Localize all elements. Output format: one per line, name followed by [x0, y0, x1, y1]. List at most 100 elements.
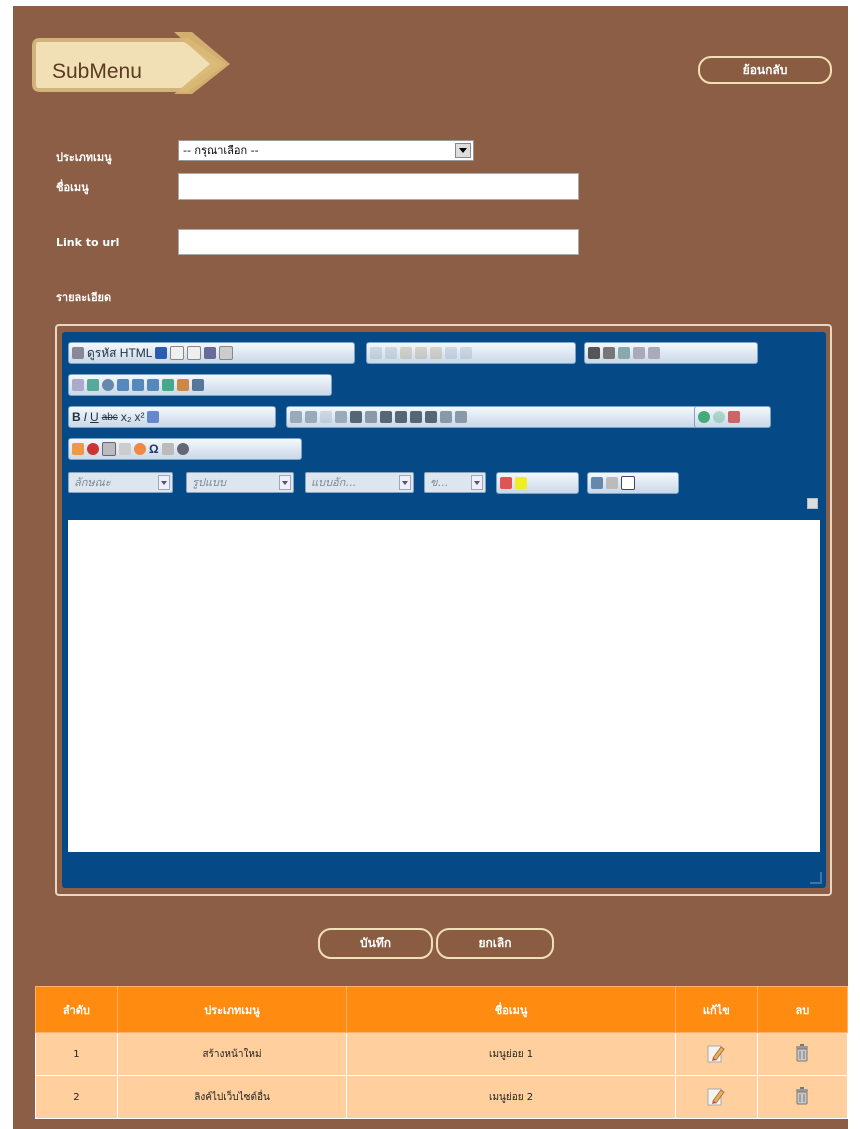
link-url-input[interactable]	[178, 229, 579, 255]
resize-handle-icon[interactable]	[810, 872, 822, 884]
table-row: 1 สร้างหน้าใหม่ เมนูย่อย 1	[35, 1032, 849, 1076]
copy-icon[interactable]	[385, 347, 397, 359]
size-combo-label: ข...	[430, 476, 449, 489]
print-icon[interactable]	[204, 347, 217, 359]
editor-content-area[interactable]	[68, 520, 820, 852]
align-left-icon[interactable]	[380, 411, 392, 423]
rtl-icon[interactable]	[455, 411, 467, 423]
align-center-icon[interactable]	[395, 411, 407, 423]
toolbar-group-find	[584, 342, 758, 364]
anchor-icon[interactable]	[728, 411, 740, 423]
paste-word-icon[interactable]	[430, 347, 442, 359]
hidden-field-icon[interactable]	[192, 379, 204, 391]
chevron-down-icon[interactable]	[471, 475, 483, 490]
save-button[interactable]: บันทึก	[318, 928, 433, 959]
bold-icon[interactable]: B	[72, 410, 81, 424]
superscript-icon[interactable]: x²	[134, 410, 144, 424]
font-combo[interactable]: แบบอัก...	[305, 472, 414, 493]
page-break-icon[interactable]	[161, 443, 174, 455]
iframe-icon[interactable]	[176, 443, 189, 455]
chevron-down-icon[interactable]	[399, 475, 411, 490]
select-all-icon[interactable]	[618, 347, 630, 359]
col-header-edit: แก้ไข	[674, 986, 758, 1033]
toolbar-collapse-icon[interactable]	[807, 498, 818, 509]
toolbar-group-document: ดูรหัส HTML	[68, 342, 355, 364]
checkbox-icon[interactable]	[87, 379, 99, 391]
edit-icon[interactable]	[707, 1043, 726, 1063]
unlink-icon[interactable]	[713, 411, 725, 423]
textfield-icon[interactable]	[117, 379, 129, 391]
format-combo[interactable]: รูปแบบ	[186, 472, 294, 493]
menu-name-label: ชื่อเมนู	[56, 181, 89, 194]
ltr-icon[interactable]	[440, 411, 452, 423]
horizontal-rule-icon[interactable]	[119, 443, 131, 455]
form-icon[interactable]	[72, 379, 84, 391]
bulleted-list-icon[interactable]	[305, 411, 317, 423]
chevron-down-icon[interactable]	[158, 475, 170, 490]
styles-combo-label: ลักษณะ	[74, 476, 111, 489]
align-right-icon[interactable]	[410, 411, 422, 423]
col-header-name: ชื่อเมนู	[346, 986, 676, 1033]
special-char-icon[interactable]: Ω	[149, 442, 159, 456]
cut-icon[interactable]	[370, 347, 382, 359]
back-button[interactable]: ย้อนกลับ	[698, 56, 832, 84]
textarea-icon[interactable]	[132, 379, 144, 391]
chevron-down-icon[interactable]	[279, 475, 291, 490]
spellcheck-menu-icon[interactable]	[648, 347, 660, 359]
link-icon[interactable]	[698, 411, 710, 423]
trash-icon[interactable]	[795, 1043, 809, 1062]
outdent-icon[interactable]	[320, 411, 332, 423]
preview-icon[interactable]	[187, 346, 202, 360]
table-icon[interactable]	[102, 442, 116, 456]
strike-icon[interactable]: abc	[102, 412, 118, 423]
smiley-icon[interactable]	[134, 443, 146, 455]
underline-icon[interactable]: U	[90, 410, 99, 424]
source-icon[interactable]	[72, 347, 84, 359]
subscript-icon[interactable]: x₂	[121, 410, 132, 424]
cell-name: เมนูย่อย 2	[346, 1075, 676, 1119]
submenu-table: ลำดับ ประเภทเมนู ชื่อเมนู แก้ไข ลบ 1 สร้…	[35, 986, 849, 1119]
size-combo[interactable]: ข...	[424, 472, 486, 493]
cell-no: 2	[35, 1075, 118, 1119]
source-button[interactable]: ดูรหัส HTML	[87, 344, 152, 363]
select-field-icon[interactable]	[147, 379, 159, 391]
italic-icon[interactable]: I	[84, 410, 87, 424]
chevron-down-icon[interactable]	[455, 143, 471, 158]
button-field-icon[interactable]	[162, 379, 174, 391]
new-page-icon[interactable]	[170, 346, 185, 360]
paste-text-icon[interactable]	[415, 347, 427, 359]
cancel-button[interactable]: ยกเลิก	[436, 928, 554, 959]
spellcheck-icon[interactable]	[633, 347, 645, 359]
menu-name-input[interactable]	[178, 173, 579, 200]
text-color-icon[interactable]	[500, 477, 512, 489]
numbered-list-icon[interactable]	[290, 411, 302, 423]
edit-icon[interactable]	[707, 1086, 726, 1106]
image-button-icon[interactable]	[177, 379, 189, 391]
table-row: 2 ลิงค์ไปเว็บไซต์อื่น เมนูย่อย 2	[35, 1075, 849, 1119]
indent-icon[interactable]	[335, 411, 347, 423]
radio-icon[interactable]	[102, 379, 114, 391]
flash-icon[interactable]	[87, 443, 99, 455]
paste-icon[interactable]	[400, 347, 412, 359]
div-icon[interactable]	[365, 411, 377, 423]
image-icon[interactable]	[72, 443, 84, 455]
blockquote-icon[interactable]	[350, 411, 362, 423]
show-blocks-icon[interactable]	[606, 477, 618, 489]
maximize-icon[interactable]	[591, 477, 603, 489]
save-icon[interactable]	[155, 347, 168, 359]
justify-icon[interactable]	[425, 411, 437, 423]
styles-combo[interactable]: ลักษณะ	[68, 472, 173, 493]
menu-type-label: ประเภทเมนู	[56, 151, 112, 164]
remove-format-icon[interactable]	[147, 411, 160, 423]
trash-icon[interactable]	[795, 1086, 809, 1105]
table-header-row: ลำดับ ประเภทเมนู ชื่อเมนู แก้ไข ลบ	[35, 986, 849, 1033]
format-combo-label: รูปแบบ	[192, 476, 226, 489]
templates-icon[interactable]	[219, 346, 234, 360]
find-icon[interactable]	[588, 347, 600, 359]
undo-icon[interactable]	[445, 347, 457, 359]
replace-icon[interactable]	[603, 347, 615, 359]
menu-type-select[interactable]: -- กรุณาเลือก --	[178, 140, 474, 161]
bg-color-icon[interactable]	[515, 477, 527, 489]
about-icon[interactable]	[621, 476, 635, 490]
redo-icon[interactable]	[460, 347, 472, 359]
